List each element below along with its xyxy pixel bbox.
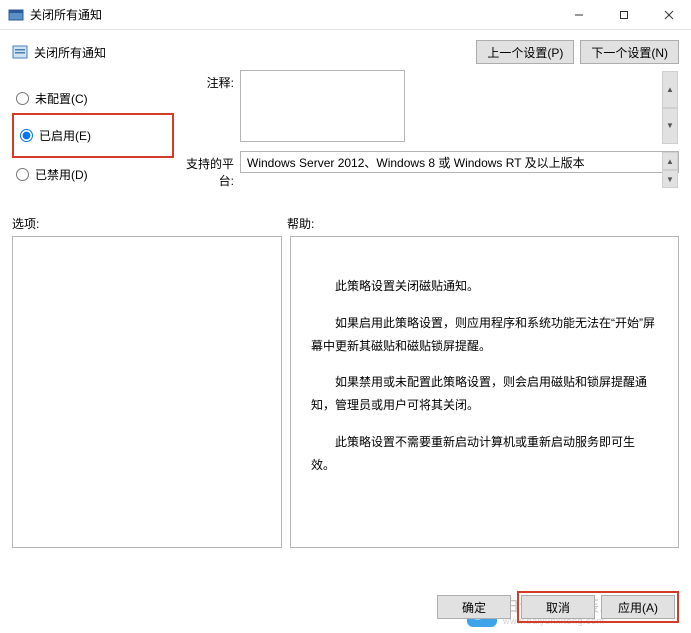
next-setting-button[interactable]: 下一个设置(N) — [580, 40, 679, 64]
highlight-cancel-apply: 取消 应用(A) — [517, 591, 679, 623]
options-label: 选项: — [12, 215, 287, 232]
header-row: 关闭所有通知 上一个设置(P) 下一个设置(N) — [0, 30, 691, 70]
platform-scroll-down[interactable]: ▼ — [662, 170, 678, 188]
prev-setting-button[interactable]: 上一个设置(P) — [476, 40, 574, 64]
help-p2: 如果启用此策略设置，则应用程序和系统功能无法在“开始”屏幕中更新其磁贴和磁贴锁屏… — [311, 312, 658, 358]
page-title: 关闭所有通知 — [34, 44, 470, 61]
radio-enabled[interactable]: 已启用(E) — [16, 119, 172, 152]
platform-label: 支持的平台: — [182, 151, 240, 189]
titlebar: 关闭所有通知 — [0, 0, 691, 30]
radio-disabled-input[interactable] — [16, 168, 29, 181]
comment-row: 注释: ▲ ▼ — [182, 70, 679, 145]
help-panel: 此策略设置关闭磁贴通知。 如果启用此策略设置，则应用程序和系统功能无法在“开始”… — [290, 236, 679, 548]
platform-value: Windows Server 2012、Windows 8 或 Windows … — [240, 151, 679, 173]
comment-textarea[interactable] — [240, 70, 405, 142]
window-controls — [556, 0, 691, 30]
radio-enabled-label: 已启用(E) — [39, 127, 91, 144]
radio-not-configured[interactable]: 未配置(C) — [12, 82, 174, 115]
radio-not-configured-input[interactable] — [16, 92, 29, 105]
comment-scroll: ▲ ▼ — [662, 71, 678, 144]
platform-scroll: ▲ ▼ — [662, 152, 678, 188]
window-icon — [8, 7, 24, 23]
platform-text: Windows Server 2012、Windows 8 或 Windows … — [247, 154, 585, 171]
comment-label: 注释: — [182, 70, 240, 145]
apply-button[interactable]: 应用(A) — [601, 595, 675, 619]
section-labels: 选项: 帮助: — [0, 195, 691, 236]
radio-disabled-label: 已禁用(D) — [35, 166, 88, 183]
options-panel — [12, 236, 282, 548]
right-column: 注释: ▲ ▼ 支持的平台: Windows Server 2012、Windo… — [182, 70, 679, 195]
panels-row: 此策略设置关闭磁贴通知。 如果启用此策略设置，则应用程序和系统功能无法在“开始”… — [0, 236, 691, 548]
minimize-button[interactable] — [556, 0, 601, 30]
help-p4: 此策略设置不需要重新启动计算机或重新启动服务即可生效。 — [311, 431, 658, 477]
policy-icon — [12, 44, 28, 60]
platform-row: 支持的平台: Windows Server 2012、Windows 8 或 W… — [182, 151, 679, 189]
comment-scroll-down[interactable]: ▼ — [662, 108, 678, 145]
platform-scroll-up[interactable]: ▲ — [662, 152, 678, 170]
config-area: 未配置(C) 已启用(E) 已禁用(D) 注释: ▲ ▼ 支持的平台: — [0, 70, 691, 195]
help-p3: 如果禁用或未配置此策略设置，则会启用磁贴和锁屏提醒通知，管理员或用户可将其关闭。 — [311, 371, 658, 417]
maximize-button[interactable] — [601, 0, 646, 30]
help-label: 帮助: — [287, 215, 679, 232]
comment-scroll-up[interactable]: ▲ — [662, 71, 678, 108]
radio-column: 未配置(C) 已启用(E) 已禁用(D) — [12, 70, 174, 195]
close-button[interactable] — [646, 0, 691, 30]
window-title: 关闭所有通知 — [30, 6, 556, 23]
highlight-enabled: 已启用(E) — [12, 113, 174, 158]
radio-disabled[interactable]: 已禁用(D) — [12, 158, 174, 191]
footer: 确定 取消 应用(A) — [437, 591, 679, 623]
cancel-button[interactable]: 取消 — [521, 595, 595, 619]
radio-enabled-input[interactable] — [20, 129, 33, 142]
ok-button[interactable]: 确定 — [437, 595, 511, 619]
help-p1: 此策略设置关闭磁贴通知。 — [311, 275, 658, 298]
radio-not-configured-label: 未配置(C) — [35, 90, 88, 107]
